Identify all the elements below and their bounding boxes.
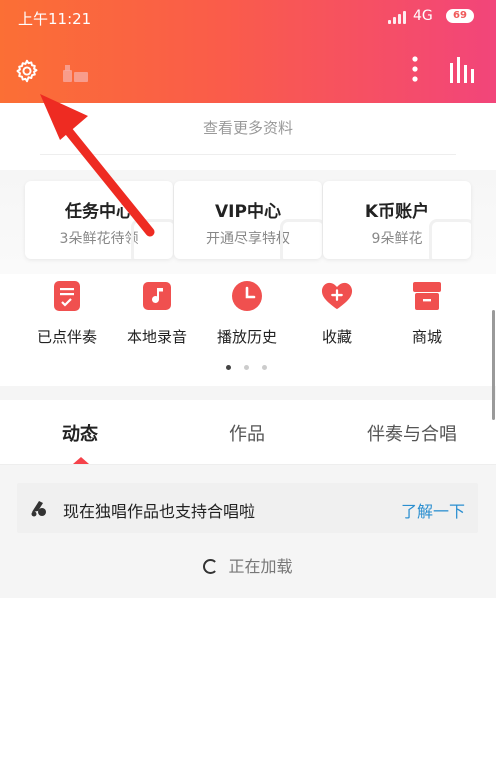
chorus-notice-banner[interactable]: 现在独唱作品也支持合唱啦 了解一下	[17, 483, 478, 533]
card-watermark-icon	[429, 219, 471, 259]
feature-shop[interactable]: 商城	[387, 280, 467, 350]
page-dot	[244, 365, 249, 370]
feature-local-recording[interactable]: 本地录音	[117, 280, 197, 350]
chorus-icon	[29, 498, 49, 518]
music-note-icon	[141, 280, 173, 312]
scrollbar[interactable]	[492, 310, 495, 420]
loading-text: 正在加载	[228, 557, 293, 576]
learn-more-link[interactable]: 了解一下	[401, 498, 465, 522]
network-type: 4G	[413, 8, 433, 24]
feature-play-history[interactable]: 播放历史	[207, 280, 287, 350]
loading-spinner-icon	[203, 559, 219, 574]
feature-label: 收藏	[321, 328, 352, 346]
clock-icon	[231, 280, 263, 312]
page-dot-active	[226, 365, 231, 370]
content-tabs: 动态 作品 伴奏与合唱	[0, 400, 496, 465]
checklist-icon	[51, 280, 83, 312]
feature-label: 播放历史	[216, 328, 277, 346]
profile-header: 上午11:21 4G 69	[0, 0, 496, 103]
chart-bars-icon[interactable]	[446, 55, 480, 85]
feature-label: 本地录音	[126, 328, 187, 346]
feature-label: 已点伴奏	[36, 328, 97, 346]
task-center-card[interactable]: 任务中心 3朵鲜花待领	[25, 181, 173, 259]
heart-plus-icon	[321, 280, 353, 312]
tab-works[interactable]: 作品	[229, 420, 265, 446]
card-watermark-icon	[131, 219, 173, 259]
kcoin-account-card[interactable]: K币账户 9朵鲜花	[323, 181, 471, 259]
signal-icon	[388, 10, 410, 24]
more-options-icon[interactable]	[405, 54, 425, 84]
page-indicator	[226, 365, 270, 373]
loading-indicator: 正在加载	[0, 553, 496, 583]
tab-feed[interactable]: 动态	[62, 420, 98, 446]
section-gap	[0, 386, 496, 400]
view-more-link[interactable]: 查看更多资料	[0, 103, 496, 155]
feature-ordered-accompaniment[interactable]: 已点伴奏	[27, 280, 107, 350]
feature-label: 商城	[411, 328, 442, 346]
battery-icon: 69	[446, 9, 474, 23]
notice-text: 现在独唱作品也支持合唱啦	[63, 502, 256, 521]
shop-box-icon	[411, 280, 443, 312]
active-tab-indicator	[73, 457, 89, 464]
settings-gear-icon[interactable]	[12, 56, 42, 86]
tab-accompaniment-chorus[interactable]: 伴奏与合唱	[367, 420, 457, 446]
feature-favorites[interactable]: 收藏	[297, 280, 377, 350]
page-dot	[262, 365, 267, 370]
card-watermark-icon	[280, 219, 322, 259]
divider	[40, 154, 456, 155]
status-time: 上午11:21	[18, 10, 92, 28]
store-profile-icon[interactable]	[62, 62, 90, 84]
vip-center-card[interactable]: VIP中心 开通尽享特权	[174, 181, 322, 259]
status-bar: 上午11:21 4G 69	[0, 0, 496, 34]
